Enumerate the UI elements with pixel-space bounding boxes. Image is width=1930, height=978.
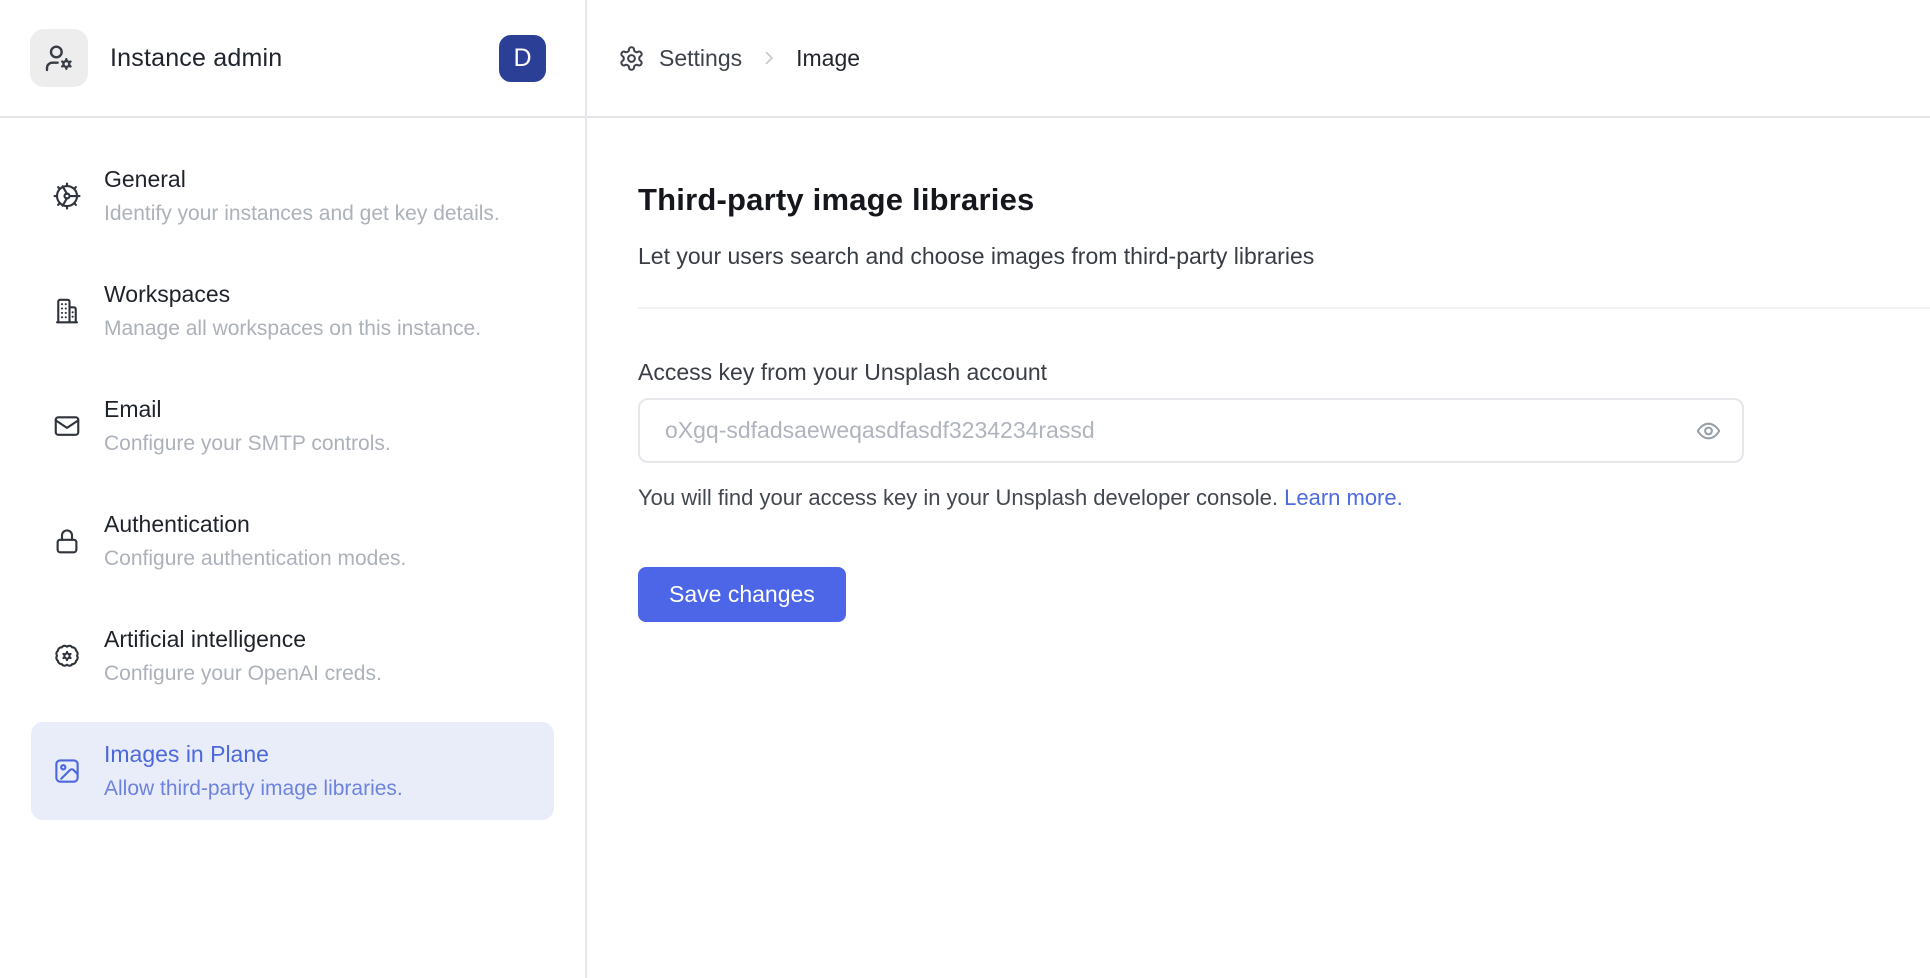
sidebar-item-text: Artificial intelligence Configure your O… — [104, 625, 382, 687]
reveal-key-button[interactable] — [1695, 417, 1722, 444]
sidebar-item-label: Email — [104, 395, 391, 423]
instance-admin-app: Instance admin D General Identify your i… — [0, 0, 1930, 978]
learn-more-link[interactable]: Learn more. — [1284, 485, 1403, 510]
breadcrumb-current-page: Image — [796, 45, 860, 72]
sidebar-item-description: Configure your SMTP controls. — [104, 430, 391, 457]
eye-icon — [1695, 417, 1722, 444]
sidebar-header: Instance admin D — [0, 0, 585, 118]
breadcrumb: Settings Image — [587, 0, 1930, 118]
mail-icon — [52, 411, 82, 441]
sidebar-item-label: Authentication — [104, 510, 406, 538]
sidebar: Instance admin D General Identify your i… — [0, 0, 587, 978]
sidebar-item-workspaces[interactable]: Workspaces Manage all workspaces on this… — [31, 262, 554, 360]
sidebar-item-description: Allow third-party image libraries. — [104, 775, 403, 802]
settings-content: Third-party image libraries Let your use… — [587, 118, 1930, 622]
sidebar-item-description: Configure your OpenAI creds. — [104, 660, 382, 687]
sidebar-item-text: General Identify your instances and get … — [104, 165, 500, 227]
page-title: Instance admin — [110, 44, 282, 73]
section-heading: Third-party image libraries — [638, 182, 1930, 218]
main-panel: Settings Image Third-party image librari… — [587, 0, 1930, 978]
sidebar-item-label: Images in Plane — [104, 740, 403, 768]
section-divider — [638, 307, 1930, 309]
instance-admin-logo — [30, 29, 88, 87]
sidebar-item-label: General — [104, 165, 500, 193]
sidebar-item-label: Artificial intelligence — [104, 625, 382, 653]
user-cog-icon — [43, 42, 75, 74]
section-subheading: Let your users search and choose images … — [638, 242, 1930, 270]
settings-gear-icon — [618, 45, 645, 72]
sidebar-item-description: Configure authentication modes. — [104, 545, 406, 572]
user-avatar[interactable]: D — [499, 35, 546, 82]
sidebar-item-authentication[interactable]: Authentication Configure authentication … — [31, 492, 554, 590]
save-changes-button[interactable]: Save changes — [638, 567, 846, 622]
building-icon — [52, 296, 82, 326]
chevron-right-icon — [759, 48, 779, 68]
sidebar-item-text: Images in Plane Allow third-party image … — [104, 740, 403, 802]
sidebar-nav: General Identify your instances and get … — [0, 118, 585, 837]
breadcrumb-settings-link[interactable]: Settings — [659, 45, 742, 72]
sidebar-item-text: Authentication Configure authentication … — [104, 510, 406, 572]
sidebar-item-label: Workspaces — [104, 280, 481, 308]
helper-text: You will find your access key in your Un… — [638, 484, 1930, 512]
brain-cog-icon — [52, 641, 82, 671]
sidebar-item-description: Identify your instances and get key deta… — [104, 200, 500, 227]
access-key-label: Access key from your Unsplash account — [638, 358, 1930, 386]
helper-text-body: You will find your access key in your Un… — [638, 485, 1278, 510]
sidebar-item-text: Workspaces Manage all workspaces on this… — [104, 280, 481, 342]
sidebar-item-general[interactable]: General Identify your instances and get … — [31, 147, 554, 245]
sidebar-item-description: Manage all workspaces on this instance. — [104, 315, 481, 342]
sidebar-item-artificial-intelligence[interactable]: Artificial intelligence Configure your O… — [31, 607, 554, 705]
access-key-field-wrapper — [638, 398, 1744, 463]
sidebar-item-email[interactable]: Email Configure your SMTP controls. — [31, 377, 554, 475]
sidebar-item-text: Email Configure your SMTP controls. — [104, 395, 391, 457]
image-icon — [52, 756, 82, 786]
sidebar-item-images-in-plane[interactable]: Images in Plane Allow third-party image … — [31, 722, 554, 820]
lock-icon — [52, 526, 82, 556]
access-key-input[interactable] — [638, 398, 1744, 463]
cog-icon — [52, 181, 82, 211]
